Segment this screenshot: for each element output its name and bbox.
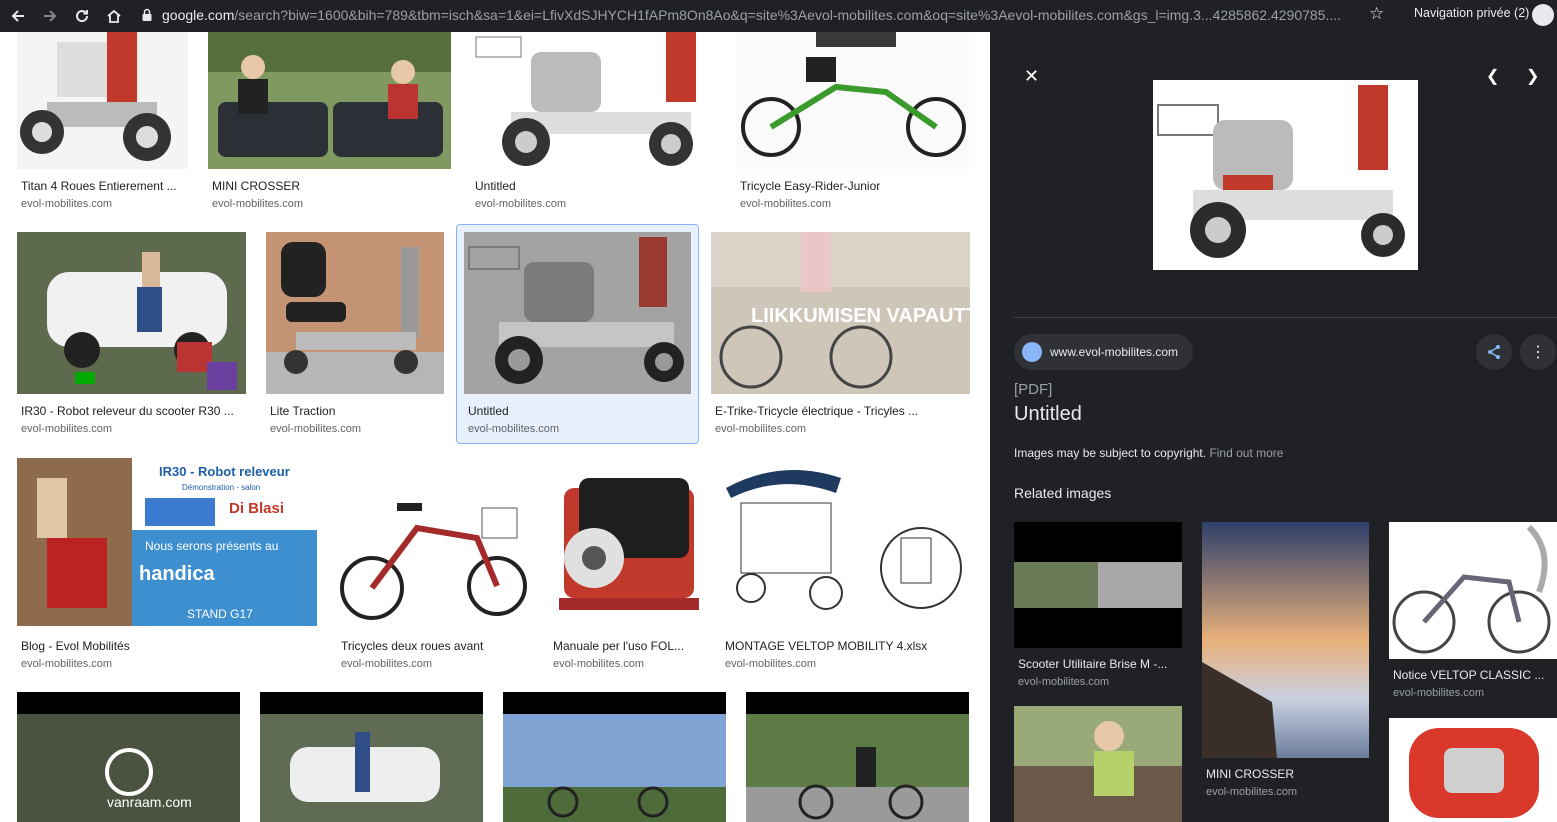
arrow-left-icon bbox=[11, 10, 24, 22]
result-source[interactable]: evol-mobilites.com bbox=[725, 658, 816, 670]
browser-toolbar: google.com/search?biw=1600&bih=789&tbm=i… bbox=[0, 0, 1557, 32]
more-options-icon[interactable]: ⋮ bbox=[1520, 334, 1556, 370]
related-thumb-woman[interactable] bbox=[1014, 706, 1182, 822]
image-results-grid: Titan 4 Roues Entierement ... evol-mobil… bbox=[0, 32, 990, 822]
preview-title[interactable]: Untitled bbox=[1014, 403, 1082, 426]
banner-sub: Démonstration - salon bbox=[182, 483, 260, 492]
globe-icon bbox=[1022, 342, 1042, 362]
source-site-label: www.evol-mobilites.com bbox=[1050, 345, 1179, 359]
url-domain: google.com bbox=[162, 7, 235, 23]
incognito-icon[interactable] bbox=[1532, 4, 1554, 26]
related-source[interactable]: evol-mobilites.com bbox=[1206, 786, 1297, 798]
result-source[interactable]: evol-mobilites.com bbox=[21, 658, 112, 670]
result-source[interactable]: evol-mobilites.com bbox=[715, 423, 806, 435]
result-caption[interactable]: Blog - Evol Mobilités bbox=[21, 639, 317, 653]
result-caption[interactable]: E-Trike-Tricycle électrique - Tricyles .… bbox=[715, 404, 970, 418]
related-caption[interactable]: Notice VELTOP CLASSIC ... bbox=[1393, 668, 1555, 682]
related-thumb-handlebar[interactable] bbox=[1389, 718, 1557, 822]
chevron-right-icon[interactable]: ❯ bbox=[1526, 66, 1539, 86]
related-source[interactable]: evol-mobilites.com bbox=[1018, 676, 1109, 688]
bookmark-star-icon[interactable]: ☆ bbox=[1369, 4, 1384, 24]
banner-title: IR30 - Robot releveur bbox=[159, 464, 290, 479]
result-thumb-riders[interactable] bbox=[503, 692, 726, 822]
result-thumb-ir30[interactable] bbox=[17, 232, 246, 394]
result-thumb-untitled-scooter[interactable] bbox=[471, 32, 716, 169]
url-path: /search?biw=1600&bih=789&tbm=isch&sa=1&e… bbox=[234, 7, 1342, 23]
image-preview-panel: ✕ ❮ ❯ www.evol-mobilites.com ⋮ [PDF] Unt… bbox=[990, 32, 1557, 822]
reload-icon bbox=[76, 10, 89, 23]
home-icon bbox=[107, 9, 121, 23]
related-caption[interactable]: Scooter Utilitaire Brise M -... bbox=[1018, 657, 1180, 671]
result-caption[interactable]: Untitled bbox=[468, 404, 693, 418]
preview-image[interactable] bbox=[1153, 80, 1418, 270]
result-caption[interactable]: MINI CROSSER bbox=[212, 179, 447, 193]
divider bbox=[1014, 317, 1557, 318]
banner-event: handica bbox=[139, 563, 215, 585]
related-source[interactable]: evol-mobilites.com bbox=[1393, 687, 1484, 699]
result-thumb-tricycle-red[interactable] bbox=[337, 458, 529, 626]
file-type-label: [PDF] bbox=[1014, 381, 1053, 398]
result-source[interactable]: evol-mobilites.com bbox=[212, 198, 303, 210]
vanraam-logo-text: vanraam.com bbox=[107, 794, 192, 810]
chevron-left-icon[interactable]: ❮ bbox=[1486, 66, 1499, 86]
banner-brand: Di Blasi bbox=[229, 500, 284, 517]
result-thumb-trike-ride[interactable] bbox=[746, 692, 969, 822]
address-bar[interactable]: google.com/search?biw=1600&bih=789&tbm=i… bbox=[140, 2, 1400, 28]
related-caption[interactable]: MINI CROSSER bbox=[1206, 767, 1366, 781]
result-source[interactable]: evol-mobilites.com bbox=[468, 423, 559, 435]
arrow-right-icon bbox=[44, 10, 57, 22]
result-caption[interactable]: MONTAGE VELTOP MOBILITY 4.xlsx bbox=[725, 639, 965, 653]
result-thumb-untitled-selected[interactable] bbox=[464, 232, 691, 394]
result-thumb-manuale[interactable] bbox=[549, 458, 701, 626]
share-icon[interactable] bbox=[1476, 334, 1512, 370]
copyright-text: Images may be subject to copyright. bbox=[1014, 446, 1207, 460]
result-caption[interactable]: IR30 - Robot releveur du scooter R30 ... bbox=[21, 404, 246, 418]
banner-msg: Nous serons présents au bbox=[145, 539, 278, 553]
lock-icon bbox=[142, 8, 152, 21]
result-caption[interactable]: Tricycles deux roues avant bbox=[341, 639, 531, 653]
result-thumb-tricycle[interactable] bbox=[736, 32, 969, 169]
result-source[interactable]: evol-mobilites.com bbox=[21, 423, 112, 435]
result-thumb-veltop[interactable] bbox=[721, 458, 970, 626]
back-button[interactable] bbox=[2, 0, 34, 32]
close-icon[interactable]: ✕ bbox=[1024, 66, 1039, 87]
result-source[interactable]: evol-mobilites.com bbox=[553, 658, 644, 670]
related-thumb-scooter[interactable] bbox=[1014, 522, 1182, 648]
result-source[interactable]: evol-mobilites.com bbox=[740, 198, 831, 210]
result-thumb-vanraam[interactable]: vanraam.com bbox=[17, 692, 240, 822]
result-thumb-ir30-video[interactable] bbox=[260, 692, 483, 822]
result-thumb-e-trike[interactable]: LIIKKUMISEN VAPAUTTA bbox=[711, 232, 970, 394]
thumb-overlay-text: LIIKKUMISEN VAPAUTTA bbox=[751, 305, 970, 327]
result-caption[interactable]: Lite Traction bbox=[270, 404, 445, 418]
source-site-chip[interactable]: www.evol-mobilites.com bbox=[1014, 334, 1193, 370]
copyright-notice: Images may be subject to copyright. Find… bbox=[1014, 446, 1283, 460]
forward-button[interactable] bbox=[34, 0, 66, 32]
result-thumb-mini-crosser[interactable] bbox=[208, 32, 451, 169]
result-source[interactable]: evol-mobilites.com bbox=[21, 198, 112, 210]
result-thumb-titan[interactable] bbox=[17, 32, 188, 169]
result-thumb-lite-traction[interactable] bbox=[266, 232, 444, 394]
find-out-more-link[interactable]: Find out more bbox=[1209, 446, 1283, 460]
result-caption[interactable]: Titan 4 Roues Entierement ... bbox=[21, 179, 186, 193]
related-thumb-bike[interactable] bbox=[1389, 522, 1557, 659]
url-text: google.com/search?biw=1600&bih=789&tbm=i… bbox=[162, 7, 1342, 23]
result-caption[interactable]: Tricycle Easy-Rider-Junior bbox=[740, 179, 965, 193]
incognito-label[interactable]: Navigation privée (2) bbox=[1414, 6, 1529, 20]
related-thumb-sunset[interactable] bbox=[1202, 522, 1369, 758]
result-source[interactable]: evol-mobilites.com bbox=[270, 423, 361, 435]
result-source[interactable]: evol-mobilites.com bbox=[341, 658, 432, 670]
related-images-heading: Related images bbox=[1014, 485, 1112, 501]
result-thumb-blog[interactable]: IR30 - Robot releveur Démonstration - sa… bbox=[17, 458, 317, 626]
home-button[interactable] bbox=[98, 0, 130, 32]
result-source[interactable]: evol-mobilites.com bbox=[475, 198, 566, 210]
result-caption[interactable]: Manuale per l'uso FOL... bbox=[553, 639, 701, 653]
reload-button[interactable] bbox=[66, 0, 98, 32]
banner-stand: STAND G17 bbox=[187, 607, 253, 621]
result-caption[interactable]: Untitled bbox=[475, 179, 710, 193]
